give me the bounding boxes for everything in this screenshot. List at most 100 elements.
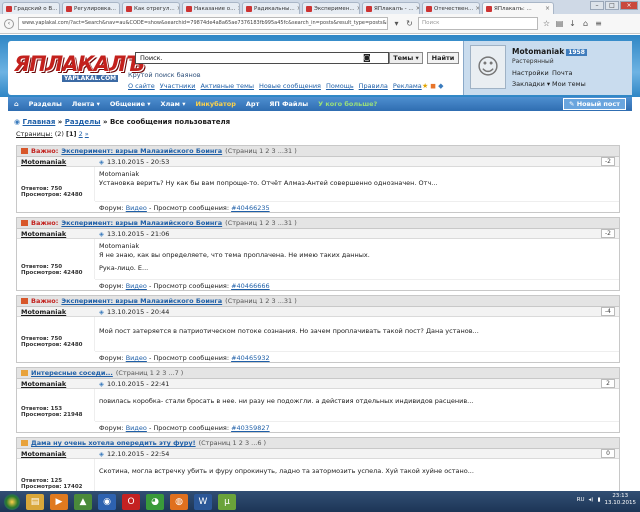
language-indicator[interactable]: RU [577, 497, 585, 503]
menu-item-sections[interactable]: Разделы [29, 100, 62, 108]
topic-title[interactable]: Интересные соседи... [31, 369, 113, 377]
explorer-icon[interactable]: ▤ [26, 493, 44, 510]
breadcrumb-sections[interactable]: Разделы [65, 118, 101, 126]
browser-tab-active[interactable]: ЯПлакалъ: ... × [482, 2, 554, 14]
new-post-button[interactable]: ✎ Новый пост [562, 98, 626, 110]
forum-link[interactable]: Видео [126, 204, 147, 212]
browser-tab[interactable]: Радикальны...× [242, 2, 300, 14]
topic-pages[interactable]: (Страниц 1 2 3 ...31 ) [225, 297, 297, 305]
post-author[interactable]: Motomaniak [17, 158, 95, 166]
post-author[interactable]: Motomaniak [17, 380, 95, 388]
browser-tab[interactable]: Эксперимен...× [302, 2, 360, 14]
address-bar[interactable]: www.yaplakal.com/?act=Search&nav=au&CODE… [18, 17, 388, 30]
menu-item-who-bigger[interactable]: У кого больше? [318, 100, 377, 108]
clock[interactable]: 23:13 13.10.2015 [605, 493, 637, 507]
close-tab-icon[interactable]: × [545, 5, 550, 12]
dropdown-icon[interactable]: ▾ [392, 19, 401, 28]
opera-icon[interactable]: O [122, 493, 140, 510]
mail-link[interactable]: Почта [552, 69, 602, 77]
word-icon[interactable]: W [194, 493, 212, 510]
close-window-icon[interactable]: × [620, 1, 638, 10]
volume-icon[interactable]: ◂) [589, 497, 594, 503]
forum-link[interactable]: Видео [126, 354, 147, 362]
camera-icon[interactable]: ◙ [363, 53, 371, 63]
network-icon[interactable]: ▮ [597, 497, 600, 503]
post-link[interactable]: #40466235 [231, 204, 270, 212]
maximize-icon[interactable]: □ [605, 1, 619, 10]
post-author[interactable]: Motomaniak [17, 230, 95, 238]
close-tab-icon[interactable]: × [416, 5, 419, 12]
avatar[interactable]: ☺ [470, 45, 506, 89]
media-icon[interactable]: ◉ [98, 493, 116, 510]
topic-pages[interactable]: (Страниц 1 2 3 ...7 ) [116, 369, 183, 377]
reading-list-icon[interactable]: ▤ [555, 19, 564, 28]
link-active-topics[interactable]: Активные темы [201, 82, 254, 90]
link-rules[interactable]: Правила [359, 82, 388, 90]
topic-title[interactable]: Эксперимент: взрыв Малазийского Боинга [61, 297, 222, 305]
topic-title[interactable]: Эксперимент: взрыв Малазийского Боинга [61, 147, 222, 155]
topic-title[interactable]: Эксперимент: взрыв Малазийского Боинга [61, 219, 222, 227]
post-link[interactable]: #40466666 [231, 282, 270, 290]
site-search-input[interactable]: Поиск. [135, 52, 389, 64]
close-tab-icon[interactable]: × [177, 5, 179, 12]
menu-icon[interactable]: ≡ [594, 19, 603, 28]
link-about[interactable]: О сайте [128, 82, 155, 90]
post-link[interactable]: #40359827 [231, 424, 270, 432]
topic-title[interactable]: Дама ну очень хотела опередить эту фуру! [31, 439, 196, 447]
link-help[interactable]: Помощь [326, 82, 354, 90]
topic-pages[interactable]: (Страниц 1 2 3 ...6 ) [199, 439, 266, 447]
topic-pages[interactable]: (Страниц 1 2 3 ...31 ) [225, 147, 297, 155]
menu-item-feed[interactable]: Лента ▾ [72, 100, 100, 108]
download-icon[interactable]: ↓ [568, 19, 577, 28]
close-tab-icon[interactable]: × [237, 5, 239, 12]
menu-item-incubator[interactable]: Инкубатор [196, 100, 236, 108]
reload-icon[interactable]: ↻ [405, 19, 414, 28]
my-topics-link[interactable]: Мои темы [552, 80, 602, 88]
app-icon[interactable]: ▲ [74, 493, 92, 510]
star-icon[interactable]: ★ [422, 82, 428, 90]
post-link[interactable]: #40465932 [231, 354, 270, 362]
back-icon[interactable]: ‹ [4, 18, 14, 29]
settings-link[interactable]: Настройки [512, 69, 552, 77]
close-tab-icon[interactable]: × [59, 5, 60, 12]
browser-tab[interactable]: Как отрегул...× [122, 2, 180, 14]
link-new-messages[interactable]: Новые сообщения [259, 82, 321, 90]
bookmark-icon[interactable]: ◆ [438, 82, 443, 90]
menu-item-talk[interactable]: Общение ▾ [110, 100, 151, 108]
site-logo[interactable]: ЯПЛАКАЛЪ [14, 52, 145, 76]
rss-icon[interactable]: ◼ [430, 82, 436, 90]
link-members[interactable]: Участники [160, 82, 196, 90]
page-next[interactable]: » [85, 130, 89, 138]
forum-link[interactable]: Видео [126, 424, 147, 432]
themes-select[interactable]: Темы ▾ [389, 52, 423, 64]
forum-link[interactable]: Видео [126, 282, 147, 290]
page-link[interactable]: 2 [79, 130, 83, 138]
post-author[interactable]: Motomaniak [17, 308, 95, 316]
start-button[interactable] [4, 493, 20, 510]
browser-tab[interactable]: Наказание о...× [182, 2, 240, 14]
close-tab-icon[interactable]: × [357, 5, 359, 12]
firefox-icon[interactable]: ◍ [170, 493, 188, 510]
browser-tab[interactable]: Отечествен... × [422, 2, 480, 14]
chrome-icon[interactable]: ◕ [146, 493, 164, 510]
close-tab-icon[interactable]: × [118, 5, 119, 12]
breadcrumb-home[interactable]: Главная [23, 118, 56, 126]
browser-search-input[interactable]: Поиск [418, 17, 538, 30]
player-icon[interactable]: ▶ [50, 493, 68, 510]
menu-item-files[interactable]: ЯП Файлы [269, 100, 308, 108]
home-icon[interactable]: ⌂ [14, 100, 19, 108]
minimize-icon[interactable]: – [590, 1, 604, 10]
browser-tab[interactable]: Регулировка...× [62, 2, 120, 14]
refresh-icon[interactable]: ◉ [14, 118, 20, 126]
home-icon[interactable]: ⌂ [581, 19, 590, 28]
find-button[interactable]: Найти [427, 52, 459, 64]
close-tab-icon[interactable]: × [297, 5, 299, 12]
topic-pages[interactable]: (Страниц 1 2 3 ...31 ) [225, 219, 297, 227]
menu-item-art[interactable]: Арт [246, 100, 259, 108]
site-logo-sub[interactable]: YAPLAKAL.COM [62, 75, 119, 82]
browser-tab[interactable]: Градский о В...× [2, 2, 60, 14]
star-icon[interactable]: ☆ [542, 19, 551, 28]
torrent-icon[interactable]: μ [218, 493, 236, 510]
username[interactable]: Motomaniak 1958 [512, 47, 587, 56]
close-tab-icon[interactable]: × [475, 5, 479, 12]
